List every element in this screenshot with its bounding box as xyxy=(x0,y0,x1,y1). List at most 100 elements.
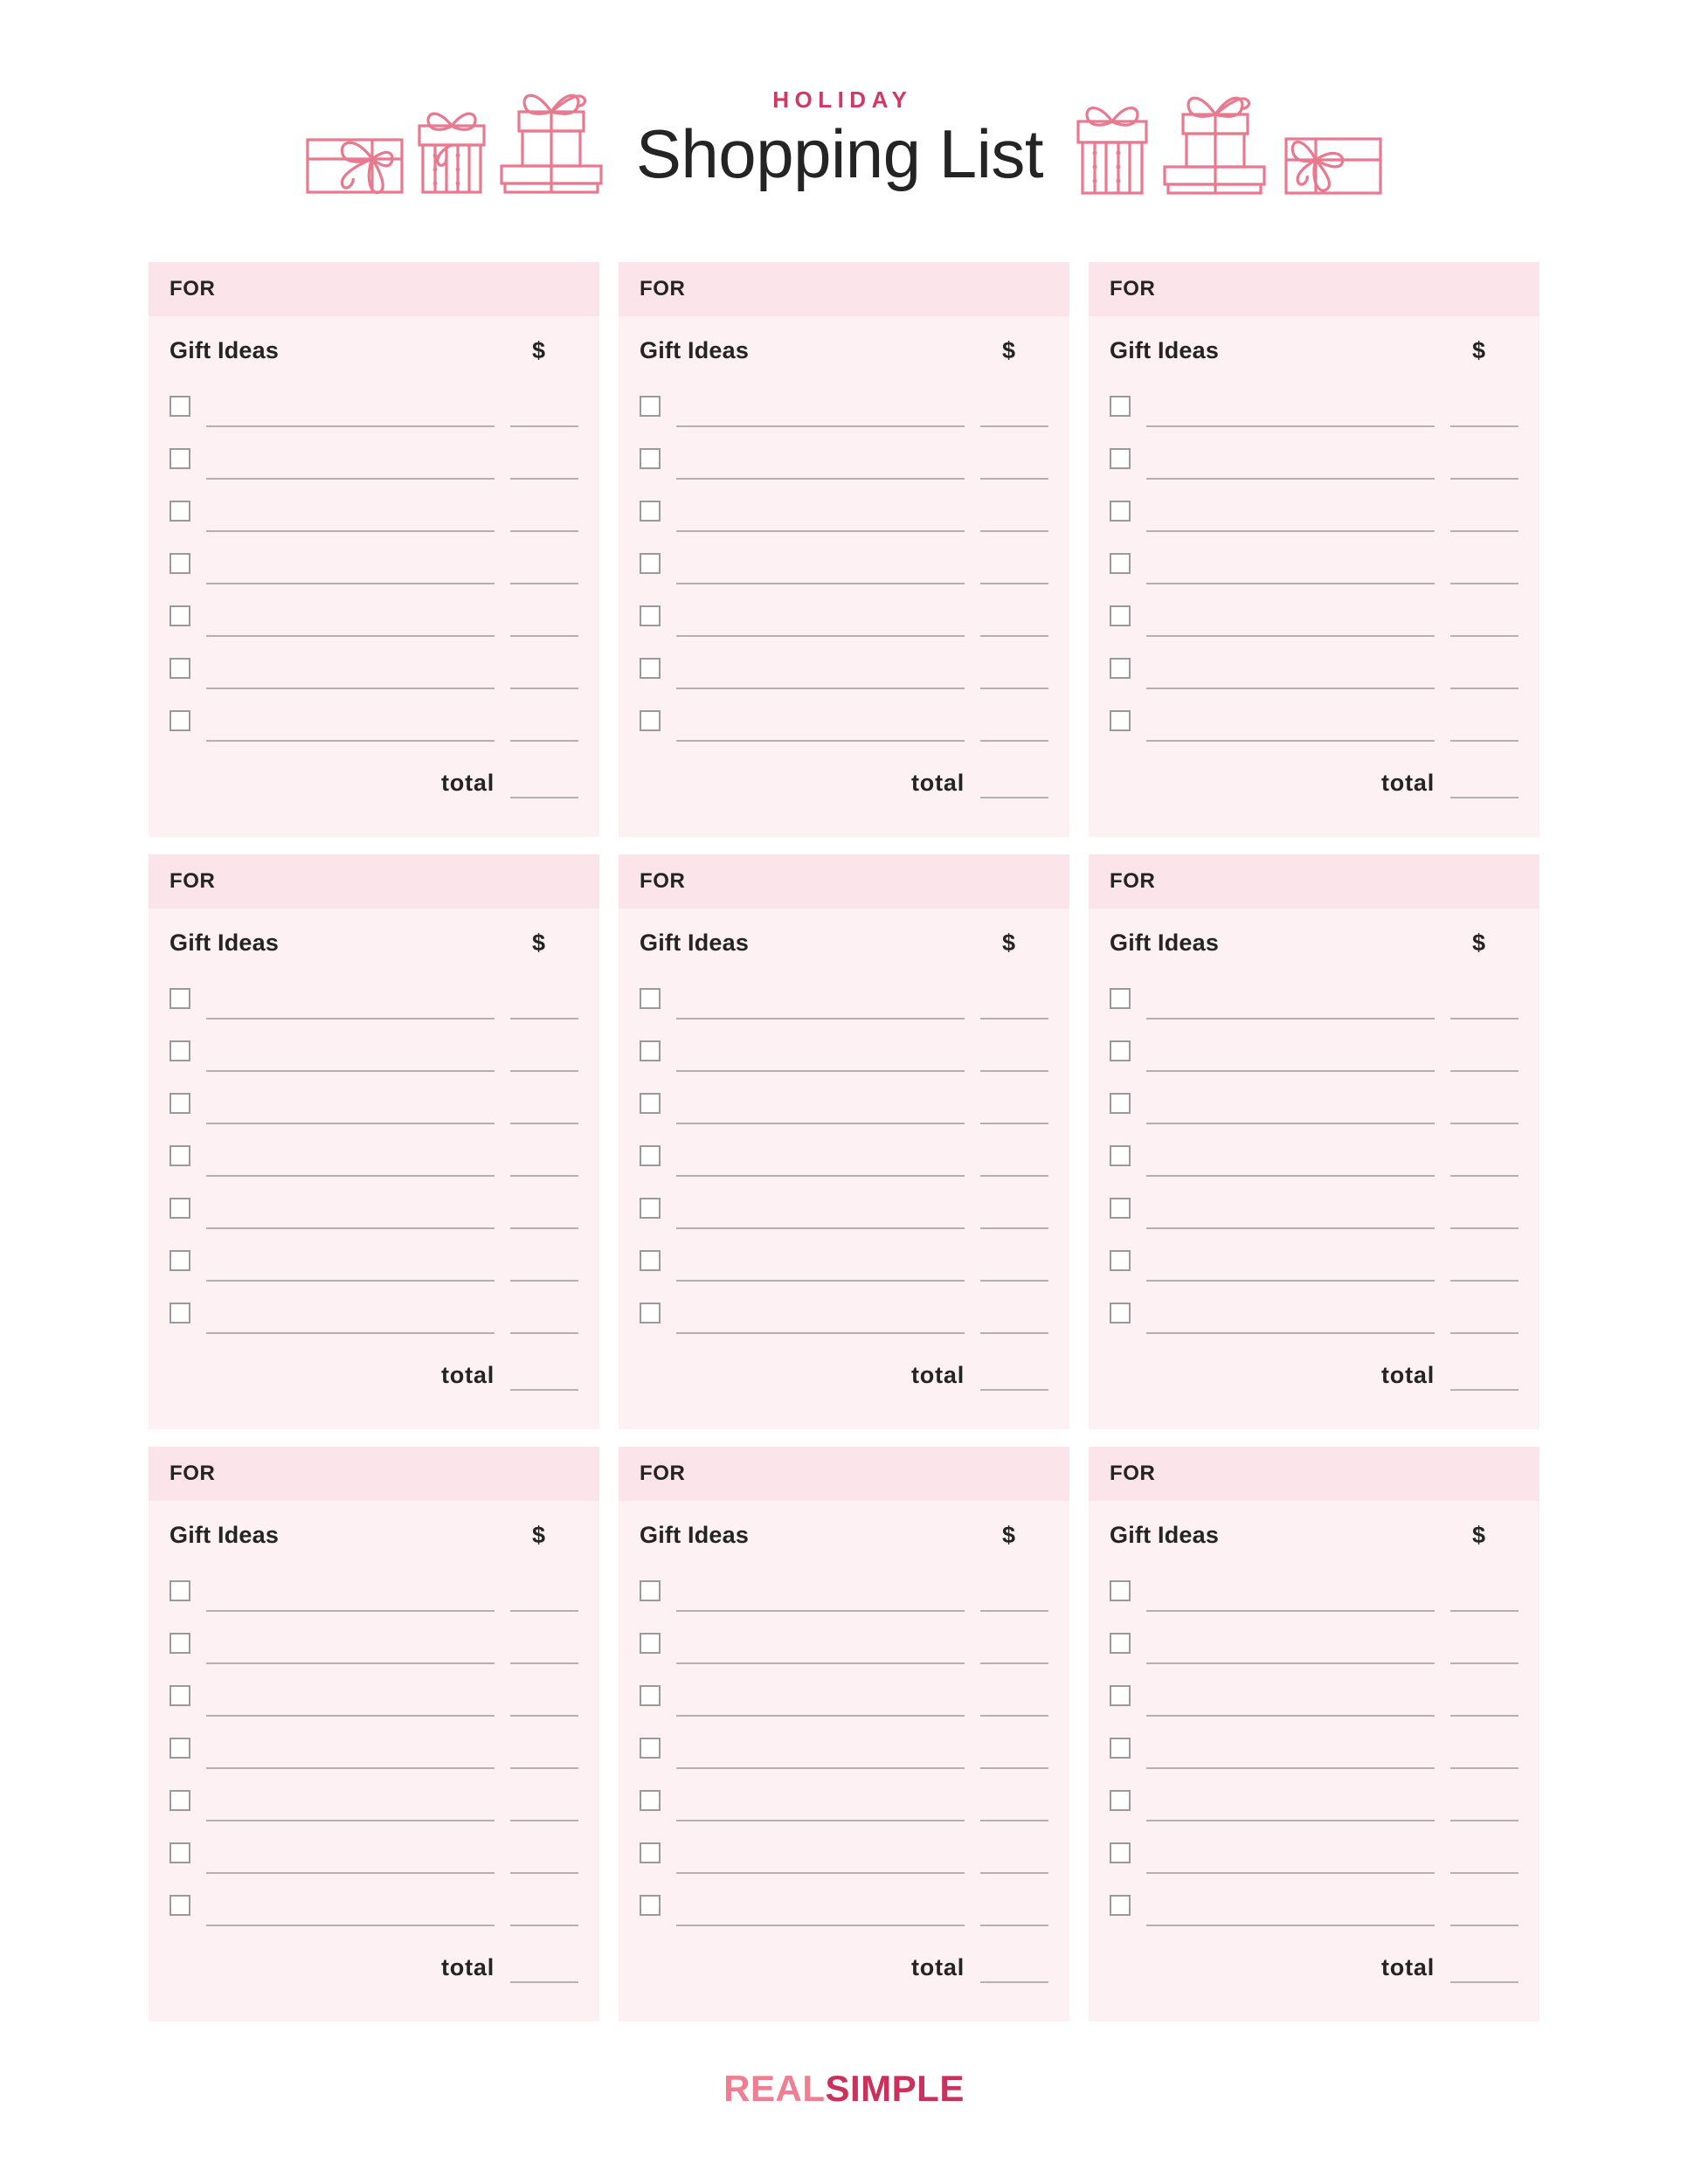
gift-price-write-line[interactable] xyxy=(1450,1715,1519,1769)
gift-price-write-line[interactable] xyxy=(980,1767,1048,1821)
gift-price-write-line[interactable] xyxy=(1450,688,1519,742)
gift-checkbox[interactable] xyxy=(169,1685,190,1706)
gift-checkbox[interactable] xyxy=(1110,1738,1131,1759)
gift-price-write-line[interactable] xyxy=(1450,425,1519,480)
gift-checkbox[interactable] xyxy=(640,501,661,522)
gift-price-write-line[interactable] xyxy=(980,635,1048,689)
gift-price-write-line[interactable] xyxy=(980,1280,1048,1334)
gift-checkbox[interactable] xyxy=(1110,1303,1131,1324)
gift-name-write-line[interactable] xyxy=(206,1123,495,1177)
gift-checkbox[interactable] xyxy=(169,1842,190,1863)
gift-checkbox[interactable] xyxy=(640,553,661,574)
gift-price-write-line[interactable] xyxy=(510,1175,578,1229)
total-write-line[interactable] xyxy=(980,1366,1048,1391)
recipient-write-line[interactable] xyxy=(1155,1447,1519,1501)
gift-checkbox[interactable] xyxy=(640,1738,661,1759)
gift-checkbox[interactable] xyxy=(169,1580,190,1601)
gift-checkbox[interactable] xyxy=(1110,1093,1131,1114)
gift-name-write-line[interactable] xyxy=(676,635,965,689)
gift-price-write-line[interactable] xyxy=(510,1662,578,1717)
gift-price-write-line[interactable] xyxy=(1450,1558,1519,1612)
gift-price-write-line[interactable] xyxy=(1450,1820,1519,1874)
gift-name-write-line[interactable] xyxy=(1146,1715,1435,1769)
gift-name-write-line[interactable] xyxy=(1146,1872,1435,1926)
gift-name-write-line[interactable] xyxy=(1146,688,1435,742)
gift-name-write-line[interactable] xyxy=(1146,1662,1435,1717)
gift-name-write-line[interactable] xyxy=(676,1767,965,1821)
gift-name-write-line[interactable] xyxy=(206,1227,495,1282)
gift-checkbox[interactable] xyxy=(1110,1198,1131,1219)
gift-price-write-line[interactable] xyxy=(1450,530,1519,584)
gift-price-write-line[interactable] xyxy=(980,1715,1048,1769)
gift-price-write-line[interactable] xyxy=(1450,1872,1519,1926)
total-write-line[interactable] xyxy=(1450,1959,1519,1983)
gift-checkbox[interactable] xyxy=(169,1633,190,1654)
gift-checkbox[interactable] xyxy=(640,605,661,626)
gift-price-write-line[interactable] xyxy=(980,1662,1048,1717)
gift-checkbox[interactable] xyxy=(1110,396,1131,417)
gift-name-write-line[interactable] xyxy=(676,1123,965,1177)
gift-checkbox[interactable] xyxy=(640,1685,661,1706)
gift-checkbox[interactable] xyxy=(169,1895,190,1916)
gift-checkbox[interactable] xyxy=(169,1303,190,1324)
gift-name-write-line[interactable] xyxy=(676,478,965,532)
gift-checkbox[interactable] xyxy=(1110,448,1131,469)
gift-name-write-line[interactable] xyxy=(206,1715,495,1769)
gift-price-write-line[interactable] xyxy=(980,1610,1048,1664)
gift-price-write-line[interactable] xyxy=(980,373,1048,427)
gift-checkbox[interactable] xyxy=(169,501,190,522)
recipient-write-line[interactable] xyxy=(1155,262,1519,316)
total-write-line[interactable] xyxy=(1450,1366,1519,1391)
gift-name-write-line[interactable] xyxy=(1146,1558,1435,1612)
gift-name-write-line[interactable] xyxy=(206,478,495,532)
gift-price-write-line[interactable] xyxy=(1450,1610,1519,1664)
gift-name-write-line[interactable] xyxy=(206,635,495,689)
gift-checkbox[interactable] xyxy=(169,605,190,626)
gift-checkbox[interactable] xyxy=(640,1633,661,1654)
gift-checkbox[interactable] xyxy=(169,1093,190,1114)
gift-checkbox[interactable] xyxy=(640,1842,661,1863)
gift-checkbox[interactable] xyxy=(169,1790,190,1811)
recipient-write-line[interactable] xyxy=(685,854,1048,909)
gift-name-write-line[interactable] xyxy=(206,1175,495,1229)
recipient-write-line[interactable] xyxy=(685,1447,1048,1501)
gift-price-write-line[interactable] xyxy=(980,1123,1048,1177)
gift-price-write-line[interactable] xyxy=(980,688,1048,742)
gift-checkbox[interactable] xyxy=(169,396,190,417)
gift-checkbox[interactable] xyxy=(640,710,661,731)
recipient-write-line[interactable] xyxy=(215,1447,578,1501)
gift-checkbox[interactable] xyxy=(169,1738,190,1759)
gift-price-write-line[interactable] xyxy=(980,530,1048,584)
gift-name-write-line[interactable] xyxy=(1146,478,1435,532)
gift-checkbox[interactable] xyxy=(1110,1145,1131,1166)
gift-price-write-line[interactable] xyxy=(510,635,578,689)
gift-name-write-line[interactable] xyxy=(1146,1767,1435,1821)
gift-price-write-line[interactable] xyxy=(510,530,578,584)
gift-price-write-line[interactable] xyxy=(510,1767,578,1821)
gift-name-write-line[interactable] xyxy=(1146,1610,1435,1664)
gift-price-write-line[interactable] xyxy=(510,478,578,532)
gift-price-write-line[interactable] xyxy=(510,1558,578,1612)
gift-checkbox[interactable] xyxy=(1110,658,1131,679)
gift-name-write-line[interactable] xyxy=(676,1018,965,1072)
gift-name-write-line[interactable] xyxy=(206,1280,495,1334)
total-write-line[interactable] xyxy=(510,1366,578,1391)
gift-name-write-line[interactable] xyxy=(1146,425,1435,480)
gift-price-write-line[interactable] xyxy=(510,373,578,427)
gift-price-write-line[interactable] xyxy=(1450,1662,1519,1717)
gift-name-write-line[interactable] xyxy=(206,1070,495,1124)
gift-price-write-line[interactable] xyxy=(1450,1070,1519,1124)
gift-checkbox[interactable] xyxy=(640,396,661,417)
gift-price-write-line[interactable] xyxy=(1450,1018,1519,1072)
gift-price-write-line[interactable] xyxy=(1450,1767,1519,1821)
gift-name-write-line[interactable] xyxy=(206,425,495,480)
gift-name-write-line[interactable] xyxy=(676,1820,965,1874)
gift-name-write-line[interactable] xyxy=(206,965,495,1019)
gift-checkbox[interactable] xyxy=(169,1145,190,1166)
gift-name-write-line[interactable] xyxy=(1146,965,1435,1019)
gift-checkbox[interactable] xyxy=(640,658,661,679)
gift-checkbox[interactable] xyxy=(640,1580,661,1601)
gift-checkbox[interactable] xyxy=(169,988,190,1009)
gift-price-write-line[interactable] xyxy=(510,1123,578,1177)
gift-name-write-line[interactable] xyxy=(206,1767,495,1821)
